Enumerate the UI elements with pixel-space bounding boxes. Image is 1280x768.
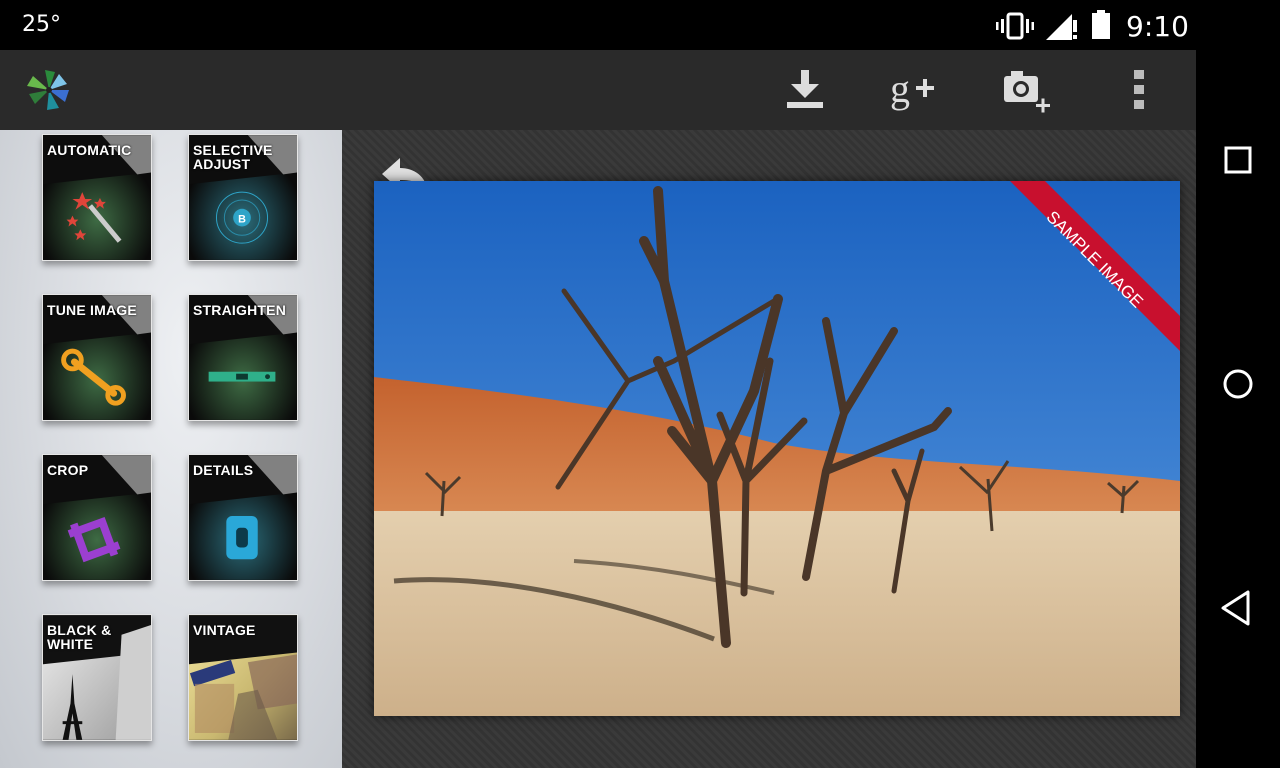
snapseed-logo[interactable]	[24, 68, 74, 112]
tool-label: BLACK & WHITE	[47, 622, 112, 652]
app-root: 25° 9:10 g AUTOMATIC B SELECTIVE ADJUST …	[0, 0, 1280, 768]
circle-icon[interactable]	[1218, 364, 1258, 404]
tool-vintage[interactable]: VINTAGE	[188, 614, 298, 741]
nav-bar	[1196, 0, 1280, 768]
status-bar: 25° 9:10	[0, 0, 1196, 50]
tool-label: DETAILS	[193, 462, 254, 478]
tool-tune-image[interactable]: TUNE IMAGE	[42, 294, 152, 421]
sample-photo[interactable]: SAMPLE IMAGE	[374, 181, 1180, 716]
tool-details[interactable]: DETAILS	[188, 454, 298, 581]
photo-canvas: SAMPLE IMAGE	[342, 130, 1196, 768]
temperature-readout: 25°	[22, 12, 61, 37]
signal-no-data-icon	[1046, 14, 1077, 40]
more-vert-icon[interactable]	[1112, 64, 1168, 116]
download-icon[interactable]	[777, 64, 833, 116]
tool-straighten[interactable]: STRAIGHTEN	[188, 294, 298, 421]
camera-add-icon[interactable]	[998, 64, 1054, 116]
tool-label: AUTOMATIC	[47, 142, 132, 158]
desert-scene-image: SAMPLE IMAGE	[374, 181, 1180, 716]
tool-label: CROP	[47, 462, 89, 478]
tool-label: VINTAGE	[193, 622, 256, 638]
triangle-back-icon[interactable]	[1218, 588, 1258, 628]
svg-text:g: g	[890, 66, 910, 111]
svg-text:B: B	[238, 214, 246, 226]
tools-panel: AUTOMATIC B SELECTIVE ADJUST TUNE IMAGE …	[0, 130, 342, 768]
square-icon[interactable]	[1218, 140, 1258, 180]
tool-crop[interactable]: CROP	[42, 454, 152, 581]
vibrate-icon	[996, 12, 1034, 40]
tool-label: STRAIGHTEN	[193, 302, 286, 318]
action-bar: g	[0, 50, 1196, 130]
tool-black-white[interactable]: BLACK & WHITE	[42, 614, 152, 741]
tool-label: TUNE IMAGE	[47, 302, 137, 318]
tool-automatic[interactable]: AUTOMATIC	[42, 134, 152, 261]
tool-label: SELECTIVE ADJUST	[193, 142, 273, 172]
battery-icon	[1092, 10, 1110, 39]
clock: 9:10	[1126, 10, 1189, 43]
tool-selective-adjust[interactable]: B SELECTIVE ADJUST	[188, 134, 298, 261]
google-plus-icon[interactable]: g	[886, 64, 942, 116]
